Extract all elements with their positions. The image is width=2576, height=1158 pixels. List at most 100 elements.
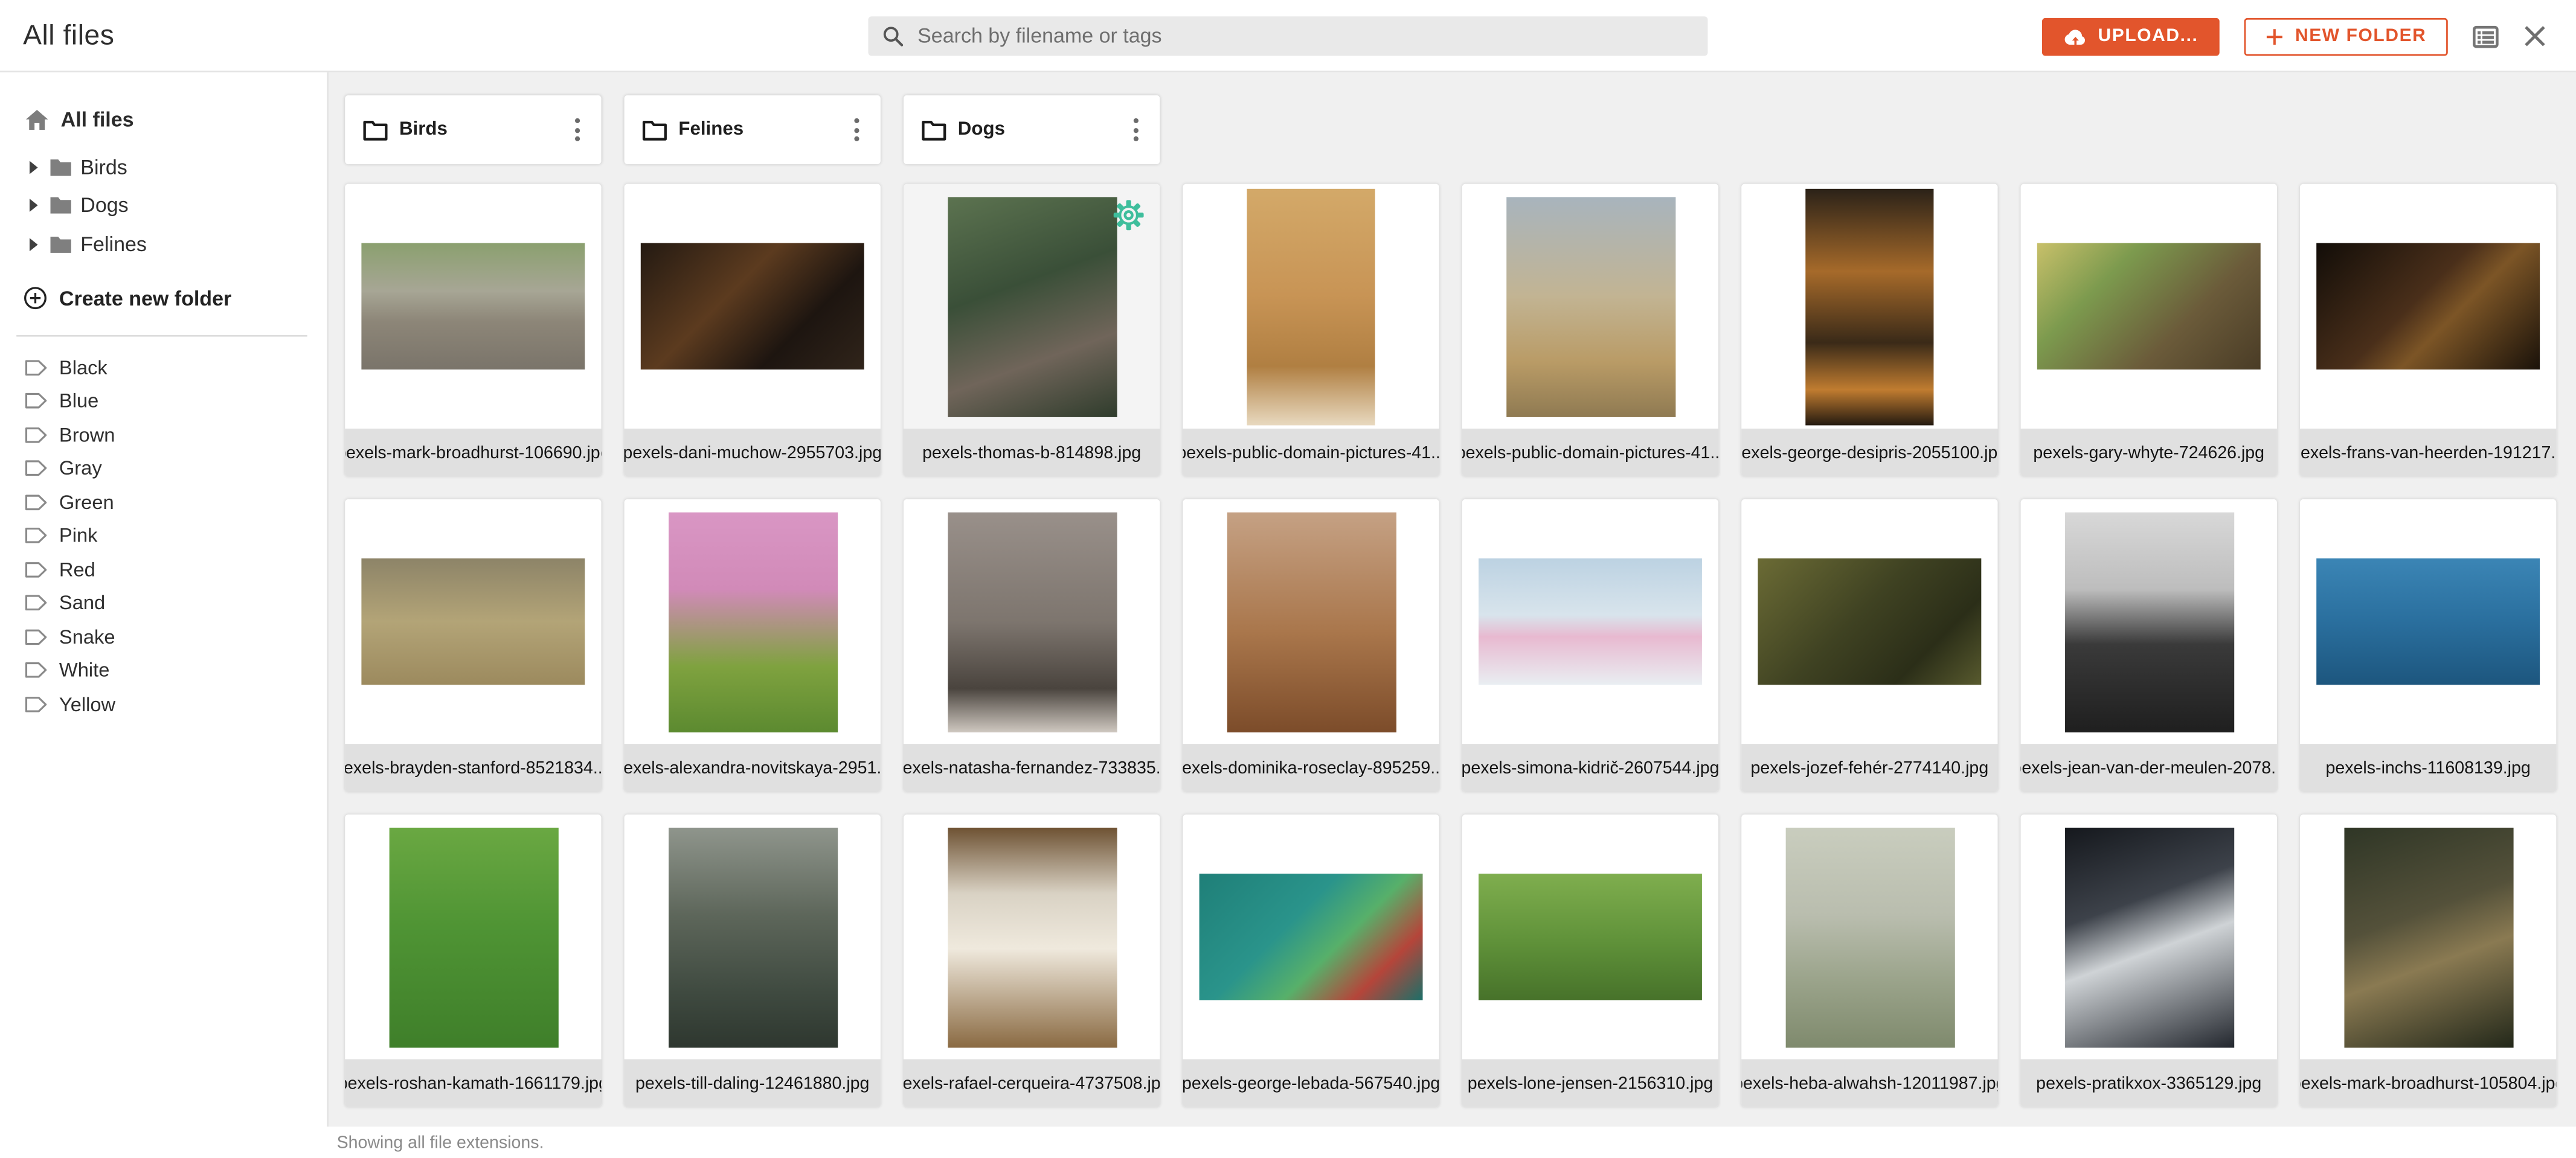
thumbnail-area: [1183, 184, 1439, 429]
thumbnail-area: [1183, 814, 1439, 1059]
file-name: pexels-lone-jensen-2156310.jpg: [1462, 1059, 1718, 1107]
file-name: pexels-pratikxox-3365129.jpg: [2021, 1059, 2277, 1107]
folder-card[interactable]: Dogs: [904, 95, 1160, 164]
sidebar-folder-item[interactable]: Birds: [0, 148, 327, 187]
close-icon: [2523, 25, 2546, 48]
tag-filter-item[interactable]: Blue: [0, 384, 327, 418]
tag-label: Red: [59, 558, 95, 581]
image-thumbnail: [641, 243, 864, 369]
tag-filter-item[interactable]: Brown: [0, 418, 327, 452]
add-circle-icon: [23, 286, 48, 310]
file-card[interactable]: pexels-rafael-cerqueira-4737508.jpg: [904, 814, 1160, 1107]
folder-card[interactable]: Felines: [625, 95, 881, 164]
tag-filter-item[interactable]: Sand: [0, 586, 327, 620]
list-view-button[interactable]: [2473, 24, 2499, 48]
file-card[interactable]: pexels-jean-van-der-meulen-2078...: [2021, 499, 2277, 792]
folder-tree: Birds Dogs Felines: [0, 148, 327, 264]
file-card[interactable]: pexels-george-desipris-2055100.jpg: [1741, 184, 1997, 476]
tag-label: Yellow: [59, 693, 115, 715]
file-card[interactable]: pexels-heba-alwahsh-12011987.jpg: [1741, 814, 1997, 1107]
file-card[interactable]: pexels-jozef-fehér-2774140.jpg: [1741, 499, 1997, 792]
create-new-folder-label: Create new folder: [59, 287, 231, 310]
search-bar[interactable]: [869, 16, 1708, 56]
file-card[interactable]: pexels-thomas-b-814898.jpg: [904, 184, 1160, 476]
sidebar-folder-item[interactable]: Felines: [0, 225, 327, 264]
folder-icon: [50, 157, 72, 177]
sidebar-folder-label: Birds: [80, 156, 127, 179]
file-name: pexels-simona-kidrič-2607544.jpg: [1462, 744, 1718, 792]
folder-icon: [363, 119, 388, 140]
image-thumbnail: [361, 243, 585, 369]
file-card[interactable]: pexels-till-daling-12461880.jpg: [625, 814, 881, 1107]
image-thumbnail: [1226, 511, 1395, 731]
sidebar-folder-label: Felines: [80, 233, 147, 256]
thumbnail-area: [1741, 184, 1997, 429]
folder-card[interactable]: Birds: [345, 95, 601, 164]
new-folder-label: NEW FOLDER: [2295, 27, 2426, 46]
tag-filter-item[interactable]: Gray: [0, 452, 327, 485]
file-card[interactable]: pexels-mark-broadhurst-106690.jpg: [345, 184, 601, 476]
tag-label: Blue: [59, 389, 98, 412]
image-thumbnail: [2037, 243, 2261, 369]
file-name: pexels-george-lebada-567540.jpg: [1183, 1059, 1439, 1107]
close-button[interactable]: [2523, 25, 2546, 48]
tag-filter-item[interactable]: Yellow: [0, 687, 327, 721]
file-card[interactable]: pexels-gary-whyte-724626.jpg: [2021, 184, 2277, 476]
file-name: pexels-mark-broadhurst-106690.jpg: [345, 429, 601, 476]
file-card[interactable]: pexels-inchs-11608139.jpg: [2300, 499, 2556, 792]
tag-list: Black Blue Brown Gray Green Pink: [0, 351, 327, 721]
thumbnail-area: [2300, 499, 2556, 744]
file-name: pexels-frans-van-heerden-191217...: [2300, 429, 2556, 476]
thumbnail-area: [345, 184, 601, 429]
thumbnail-area: [904, 814, 1160, 1059]
folder-chips-row: Birds Felines Dogs: [345, 95, 2556, 164]
tag-filter-item[interactable]: Red: [0, 552, 327, 586]
caret-right-icon[interactable]: [30, 161, 38, 174]
tag-filter-item[interactable]: Snake: [0, 620, 327, 654]
tag-label: Gray: [59, 457, 102, 480]
tag-filter-item[interactable]: Green: [0, 485, 327, 519]
upload-button[interactable]: UPLOAD...: [2042, 18, 2220, 56]
image-thumbnail: [2316, 558, 2540, 685]
file-card[interactable]: pexels-brayden-stanford-8521834....: [345, 499, 601, 792]
thumbnail-area: [904, 499, 1160, 744]
sidebar-folder-item[interactable]: Dogs: [0, 187, 327, 225]
tag-filter-item[interactable]: White: [0, 654, 327, 688]
file-card[interactable]: pexels-dani-muchow-2955703.jpg: [625, 184, 881, 476]
file-card[interactable]: pexels-simona-kidrič-2607544.jpg: [1462, 499, 1718, 792]
file-card[interactable]: pexels-roshan-kamath-1661179.jpg: [345, 814, 601, 1107]
kebab-menu-icon[interactable]: [848, 112, 866, 148]
caret-right-icon[interactable]: [30, 199, 38, 213]
kebab-menu-icon[interactable]: [568, 112, 586, 148]
file-card[interactable]: pexels-george-lebada-567540.jpg: [1183, 814, 1439, 1107]
file-name: pexels-heba-alwahsh-12011987.jpg: [1741, 1059, 1997, 1107]
create-new-folder-button[interactable]: Create new folder: [0, 280, 327, 316]
thumbnail-area: [2300, 184, 2556, 429]
image-thumbnail: [2316, 243, 2540, 369]
search-input[interactable]: [914, 23, 1695, 50]
file-card[interactable]: pexels-lone-jensen-2156310.jpg: [1462, 814, 1718, 1107]
tag-icon: [25, 694, 48, 714]
kebab-menu-icon[interactable]: [1127, 112, 1145, 148]
tag-icon: [25, 425, 48, 445]
gear-icon[interactable]: [1112, 199, 1145, 240]
image-thumbnail: [361, 558, 585, 685]
file-card[interactable]: pexels-alexandra-novitskaya-2951...: [625, 499, 881, 792]
file-card[interactable]: pexels-public-domain-pictures-41...: [1462, 184, 1718, 476]
new-folder-button[interactable]: NEW FOLDER: [2244, 18, 2448, 56]
folder-icon: [50, 234, 72, 254]
sidebar-item-all-files[interactable]: All files: [0, 102, 327, 138]
file-card[interactable]: pexels-pratikxox-3365129.jpg: [2021, 814, 2277, 1107]
file-card[interactable]: pexels-mark-broadhurst-105804.jpg: [2300, 814, 2556, 1107]
thumbnail-area: [1741, 499, 1997, 744]
tag-filter-item[interactable]: Black: [0, 351, 327, 385]
folder-icon: [643, 119, 667, 140]
file-card[interactable]: pexels-public-domain-pictures-41...: [1183, 184, 1439, 476]
file-card[interactable]: pexels-frans-van-heerden-191217...: [2300, 184, 2556, 476]
tag-filter-item[interactable]: Pink: [0, 519, 327, 553]
file-card[interactable]: pexels-natasha-fernandez-733835...: [904, 499, 1160, 792]
caret-right-icon[interactable]: [30, 238, 38, 251]
image-thumbnail: [1506, 196, 1675, 416]
file-card[interactable]: pexels-dominika-roseclay-895259....: [1183, 499, 1439, 792]
file-name: pexels-public-domain-pictures-41...: [1183, 429, 1439, 476]
